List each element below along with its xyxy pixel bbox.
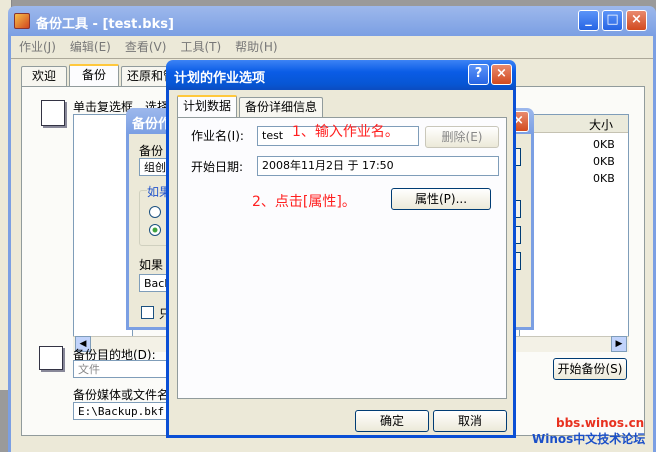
close-icon[interactable]: × bbox=[626, 10, 647, 31]
menu-bar: 作业(J) 编辑(E) 查看(V) 工具(T) 帮助(H) bbox=[19, 38, 278, 56]
schedule-dialog-body: 计划数据 备份详细信息 作业名(I): test 删除(E) 开始日期: 200… bbox=[166, 90, 516, 438]
dialog-close-icon[interactable]: × bbox=[491, 64, 512, 85]
size-cell: 0KB bbox=[593, 138, 615, 151]
tab-welcome[interactable]: 欢迎 bbox=[21, 66, 67, 86]
tree-pane[interactable] bbox=[73, 114, 133, 352]
radio-option[interactable] bbox=[149, 206, 161, 218]
menu-item-job[interactable]: 作业(J) bbox=[19, 38, 56, 56]
backup-app-icon bbox=[14, 13, 30, 29]
menu-item-view[interactable]: 查看(V) bbox=[125, 38, 167, 56]
schedule-dialog-title: 计划的作业选项 bbox=[174, 71, 266, 86]
backup-job-if-label: 如果 bbox=[139, 258, 164, 272]
menu-divider bbox=[11, 58, 653, 59]
watermark-name: Winos中文技术论坛 bbox=[532, 432, 646, 446]
properties-button[interactable]: 属性(P)... bbox=[391, 188, 491, 210]
tab-schedule-data[interactable]: 计划数据 bbox=[177, 95, 237, 117]
main-window-title: 备份工具 - [test.bks] bbox=[36, 17, 174, 32]
size-cell: 0KB bbox=[593, 172, 615, 185]
destination-select[interactable]: 文件 bbox=[73, 360, 173, 378]
cancel-button[interactable]: 取消 bbox=[433, 410, 507, 432]
job-name-label: 作业名(I): bbox=[191, 129, 244, 143]
start-backup-button[interactable]: 开始备份(S) bbox=[553, 358, 627, 380]
start-date-field: 2008年11月2日 于 17:50 bbox=[257, 156, 499, 176]
only-checkbox[interactable] bbox=[141, 306, 154, 319]
schedule-dialog-title-bar[interactable]: 计划的作业选项 ? × bbox=[166, 60, 516, 90]
scroll-right-icon[interactable]: ▶ bbox=[611, 336, 627, 352]
maximize-icon[interactable]: □ bbox=[602, 10, 623, 31]
menu-item-help[interactable]: 帮助(H) bbox=[235, 38, 277, 56]
ok-button[interactable]: 确定 bbox=[355, 410, 429, 432]
radio-option-selected[interactable] bbox=[149, 224, 161, 236]
watermark-url: bbs.winos.cn bbox=[556, 416, 645, 430]
checklist-icon bbox=[41, 100, 65, 126]
annotation-step2: 2、点击[属性]。 bbox=[252, 194, 356, 210]
media-input[interactable]: E:\Backup.bkf bbox=[73, 402, 173, 420]
media-label: 备份媒体或文件名 bbox=[73, 388, 170, 402]
annotation-step1: 1、输入作业名。 bbox=[292, 124, 399, 140]
main-title-bar[interactable]: 备份工具 - [test.bks] _ □ × bbox=[8, 6, 656, 36]
start-date-label: 开始日期: bbox=[191, 160, 244, 174]
help-icon[interactable]: ? bbox=[468, 64, 489, 85]
size-cell: 0KB bbox=[593, 155, 615, 168]
menu-item-tools[interactable]: 工具(T) bbox=[180, 38, 221, 56]
minimize-icon[interactable]: _ bbox=[578, 10, 599, 31]
size-header-label: 大小 bbox=[589, 118, 614, 132]
menu-item-edit[interactable]: 编辑(E) bbox=[70, 38, 111, 56]
destination-icon bbox=[39, 346, 63, 370]
tab-backup-details[interactable]: 备份详细信息 bbox=[239, 97, 323, 117]
schedule-dialog: 计划的作业选项 ? × 计划数据 备份详细信息 作业名(I): test 删除(… bbox=[166, 60, 516, 438]
backup-job-label: 备份 bbox=[139, 144, 164, 158]
delete-button[interactable]: 删除(E) bbox=[425, 126, 499, 148]
tab-backup[interactable]: 备份 bbox=[69, 64, 119, 86]
